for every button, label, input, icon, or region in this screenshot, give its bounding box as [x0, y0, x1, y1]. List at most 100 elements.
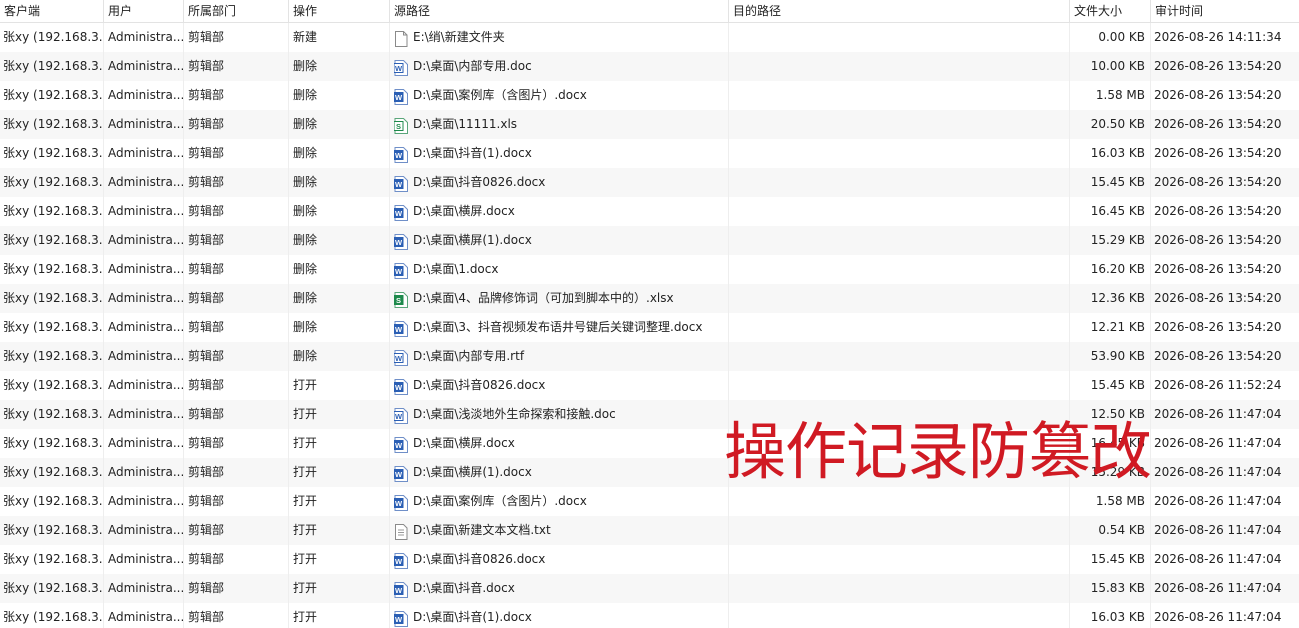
word-file-icon: W — [393, 261, 408, 279]
cell-client: 张xy (192.168.3... — [0, 197, 104, 226]
cell-audit-time: 2026-08-26 13:54:20 — [1154, 349, 1282, 363]
cell-operation: 删除 — [289, 342, 390, 371]
svg-text:W: W — [395, 615, 403, 624]
word-file-icon: W — [393, 551, 408, 569]
table-row[interactable]: 张xy (192.168.3... Administra... 剪辑部 删除 W D:\桌… — [0, 81, 1299, 110]
cell-source-path: W D:\桌面\抖音(1).docx — [390, 603, 729, 628]
cell-file-size: 1.58 MB — [1070, 487, 1151, 516]
word-file-icon: W — [393, 319, 408, 337]
cell-client: 张xy (192.168.3... — [0, 139, 104, 168]
cell-user: Administra... — [104, 23, 184, 52]
column-header-audit-time[interactable]: 审计时间 — [1151, 0, 1299, 23]
cell-file-size: 20.50 KB — [1070, 110, 1151, 139]
cell-source-path: S D:\桌面\11111.xls — [390, 110, 729, 139]
cell-audit-time: 2026-08-26 13:54:20 — [1154, 262, 1282, 276]
cell-dept: 剪辑部 — [184, 255, 289, 284]
cell-file-size: 0.54 KB — [1070, 516, 1151, 545]
word-file-icon: W — [393, 58, 408, 76]
source-path-text: D:\桌面\抖音.docx — [413, 581, 515, 595]
cell-dept: 剪辑部 — [184, 545, 289, 574]
word-file-icon: W — [393, 406, 408, 424]
cell-file-size: 15.45 KB — [1070, 168, 1151, 197]
cell-file-size: 16.03 KB — [1070, 603, 1151, 628]
source-path-text: E:\绡\新建文件夹 — [413, 30, 505, 44]
table-row[interactable]: 张xy (192.168.3... Administra... 剪辑部 打开 D:\桌面… — [0, 516, 1299, 545]
column-header-operation[interactable]: 操作 — [289, 0, 390, 23]
svg-text:W: W — [395, 499, 403, 508]
cell-file-size: 10.00 KB — [1070, 52, 1151, 81]
cell-client: 张xy (192.168.3... — [0, 110, 104, 139]
column-header-file-size[interactable]: 文件大小 — [1070, 0, 1151, 23]
table-row[interactable]: 张xy (192.168.3... Administra... 剪辑部 打开 W D:\桌… — [0, 545, 1299, 574]
svg-text:W: W — [395, 151, 403, 160]
cell-client: 张xy (192.168.3... — [0, 545, 104, 574]
table-row[interactable]: 张xy (192.168.3... Administra... 剪辑部 删除 S D:\桌… — [0, 284, 1299, 313]
cell-user: Administra... — [104, 197, 184, 226]
cell-operation: 删除 — [289, 52, 390, 81]
column-header-client[interactable]: 客户端 — [0, 0, 104, 23]
word-file-icon: W — [393, 580, 408, 598]
cell-dept: 剪辑部 — [184, 23, 289, 52]
source-path-text: D:\桌面\横屏(1).docx — [413, 233, 532, 247]
cell-dept: 剪辑部 — [184, 487, 289, 516]
svg-text:W: W — [395, 93, 403, 102]
cell-operation: 打开 — [289, 603, 390, 628]
table-row[interactable]: 张xy (192.168.3... Administra... 剪辑部 打开 W D:\桌… — [0, 487, 1299, 516]
source-path-text: D:\桌面\案例库（含图片）.docx — [413, 494, 587, 508]
column-header-destination-path[interactable]: 目的路径 — [729, 0, 1070, 23]
table-row[interactable]: 张xy (192.168.3... Administra... 剪辑部 删除 S D:\桌… — [0, 110, 1299, 139]
table-row[interactable]: 张xy (192.168.3... Administra... 剪辑部 打开 W D:\桌… — [0, 603, 1299, 628]
cell-destination-path — [729, 168, 1070, 197]
cell-audit-time: 2026-08-26 11:47:04 — [1154, 407, 1282, 421]
table-row[interactable]: 张xy (192.168.3... Administra... 剪辑部 删除 W D:\桌… — [0, 226, 1299, 255]
word-file-icon: W — [393, 493, 408, 511]
source-path-text: D:\桌面\横屏.docx — [413, 204, 515, 218]
cell-client: 张xy (192.168.3... — [0, 400, 104, 429]
cell-operation: 删除 — [289, 139, 390, 168]
cell-operation: 删除 — [289, 110, 390, 139]
table-row[interactable]: 张xy (192.168.3... Administra... 剪辑部 打开 W D:\桌… — [0, 371, 1299, 400]
svg-text:W: W — [395, 557, 403, 566]
table-row[interactable]: 张xy (192.168.3... Administra... 剪辑部 删除 W D:\桌… — [0, 139, 1299, 168]
excel-file-icon: S — [393, 116, 408, 134]
column-header-source-path[interactable]: 源路径 — [390, 0, 729, 23]
table-row[interactable]: 张xy (192.168.3... Administra... 剪辑部 新建 E:\绡\… — [0, 23, 1299, 52]
table-row[interactable]: 张xy (192.168.3... Administra... 剪辑部 打开 W D:\桌… — [0, 574, 1299, 603]
cell-destination-path — [729, 487, 1070, 516]
table-row[interactable]: 张xy (192.168.3... Administra... 剪辑部 删除 W D:\桌… — [0, 255, 1299, 284]
cell-dept: 剪辑部 — [184, 400, 289, 429]
cell-destination-path — [729, 81, 1070, 110]
cell-operation: 打开 — [289, 487, 390, 516]
cell-file-size: 53.90 KB — [1070, 342, 1151, 371]
cell-user: Administra... — [104, 603, 184, 628]
table-row[interactable]: 张xy (192.168.3... Administra... 剪辑部 删除 W D:\桌… — [0, 342, 1299, 371]
table-row[interactable]: 张xy (192.168.3... Administra... 剪辑部 删除 W D:\桌… — [0, 168, 1299, 197]
table-row[interactable]: 张xy (192.168.3... Administra... 剪辑部 删除 W D:\桌… — [0, 52, 1299, 81]
cell-file-size: 0.00 KB — [1070, 23, 1151, 52]
cell-user: Administra... — [104, 168, 184, 197]
table-row[interactable]: 张xy (192.168.3... Administra... 剪辑部 删除 W D:\桌… — [0, 313, 1299, 342]
cell-destination-path — [729, 545, 1070, 574]
excel-file-icon: S — [393, 290, 408, 308]
cell-source-path: D:\桌面\新建文本文档.txt — [390, 516, 729, 545]
svg-text:W: W — [395, 470, 403, 479]
svg-text:W: W — [395, 412, 403, 421]
column-header-dept[interactable]: 所属部门 — [184, 0, 289, 23]
cell-audit-time: 2026-08-26 14:11:34 — [1154, 30, 1282, 44]
cell-operation: 删除 — [289, 168, 390, 197]
cell-dept: 剪辑部 — [184, 110, 289, 139]
cell-audit-time: 2026-08-26 13:54:20 — [1154, 175, 1282, 189]
cell-user: Administra... — [104, 371, 184, 400]
cell-user: Administra... — [104, 458, 184, 487]
cell-operation: 删除 — [289, 197, 390, 226]
column-header-user[interactable]: 用户 — [104, 0, 184, 23]
text-file-icon — [394, 522, 408, 540]
source-path-text: D:\桌面\抖音(1).docx — [413, 610, 532, 624]
cell-user: Administra... — [104, 313, 184, 342]
word-file-icon: W — [393, 174, 408, 192]
cell-source-path: W D:\桌面\抖音(1).docx — [390, 139, 729, 168]
source-path-text: D:\桌面\3、抖音视频发布语井号键后关键词整理.docx — [413, 320, 703, 334]
svg-text:W: W — [395, 267, 403, 276]
table-row[interactable]: 张xy (192.168.3... Administra... 剪辑部 删除 W D:\桌… — [0, 197, 1299, 226]
cell-client: 张xy (192.168.3... — [0, 458, 104, 487]
